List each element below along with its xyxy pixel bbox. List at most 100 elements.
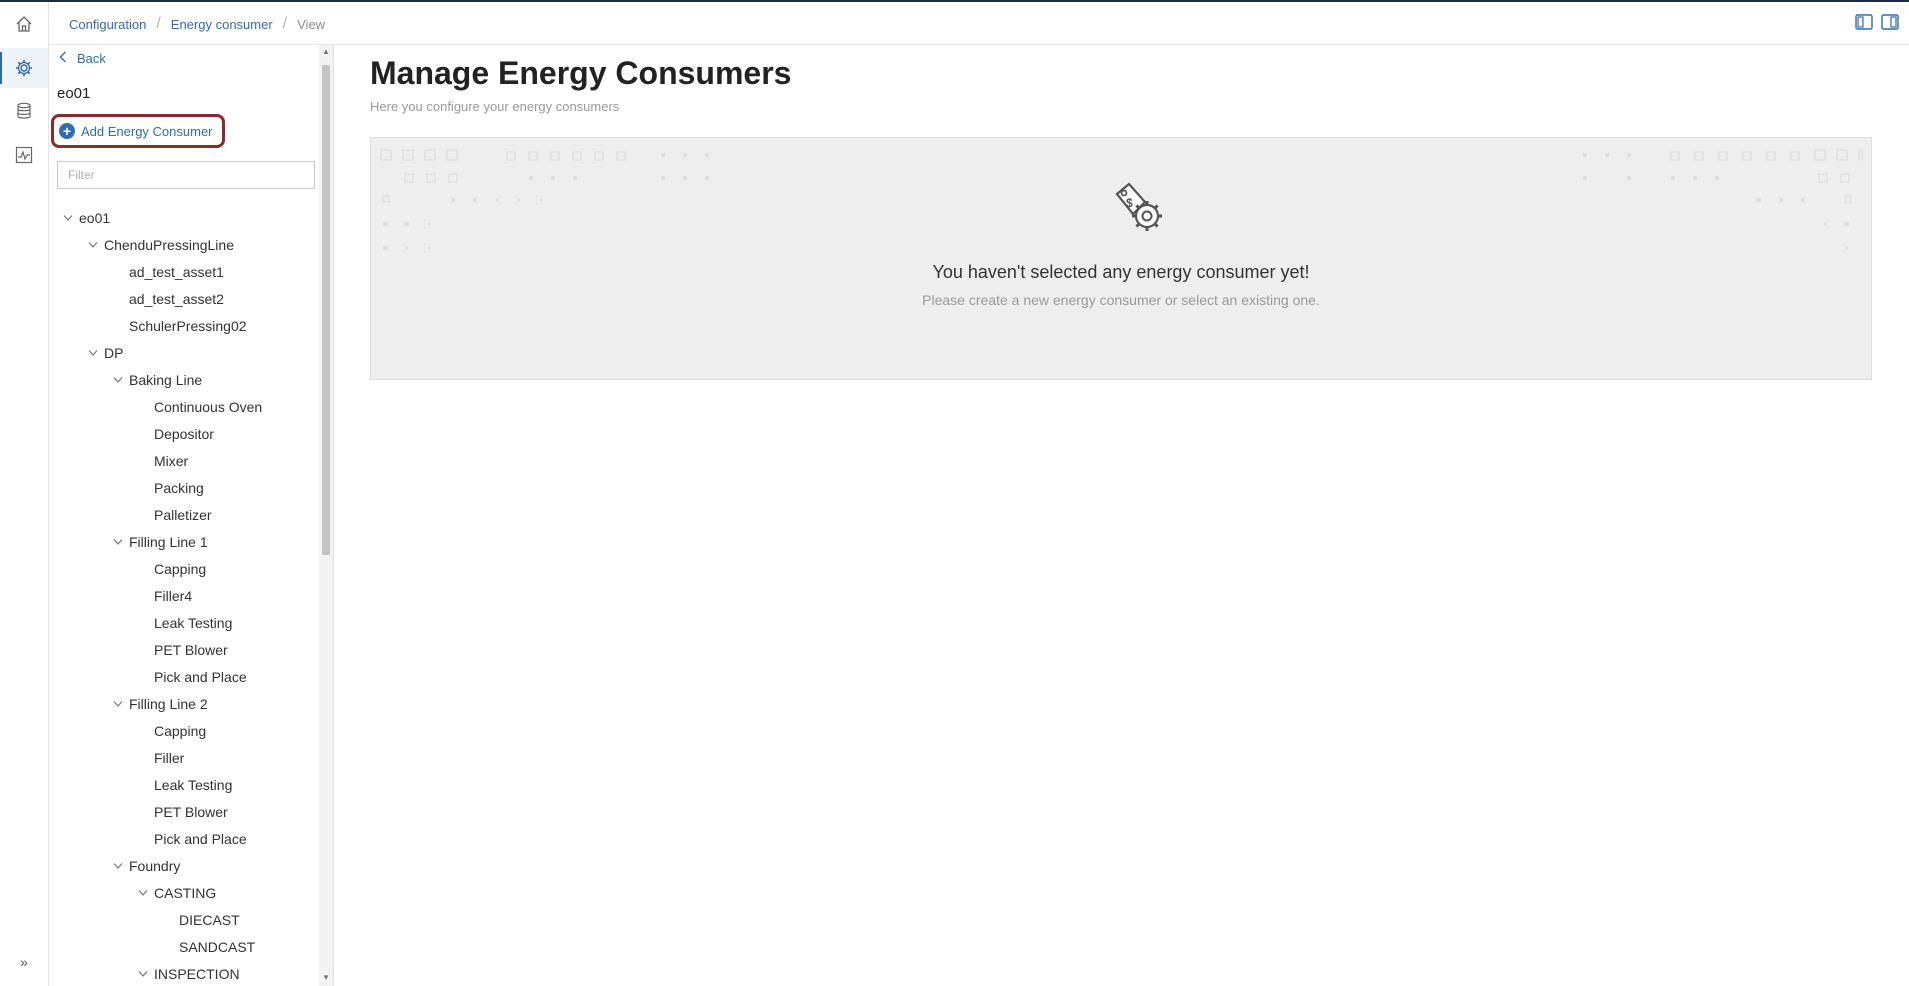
- tree-node[interactable]: DIECAST: [163, 909, 240, 931]
- left-icon-rail: »: [0, 2, 49, 986]
- tree-node[interactable]: Baking Line: [113, 369, 202, 391]
- tree-node-label: Depositor: [154, 426, 214, 442]
- tree-node[interactable]: Filler4: [138, 585, 192, 607]
- expand-rail-button[interactable]: »: [0, 954, 48, 970]
- tree-node[interactable]: CASTING: [138, 882, 216, 904]
- tree-node[interactable]: Capping: [138, 720, 206, 742]
- tree-node[interactable]: eo01: [63, 207, 110, 229]
- tree-node-label: Filler4: [154, 588, 193, 604]
- tree-node[interactable]: PET Blower: [138, 639, 228, 661]
- chevron-down-icon[interactable]: [88, 346, 102, 360]
- tree-node[interactable]: Foundry: [113, 855, 180, 877]
- monitor-chart-icon[interactable]: [0, 135, 48, 175]
- tree-node-label: DIECAST: [179, 912, 240, 928]
- tree-node-label: Pick and Place: [154, 669, 247, 685]
- page-title: Manage Energy Consumers: [370, 55, 792, 91]
- filter-input[interactable]: [57, 161, 315, 189]
- chevron-down-icon[interactable]: [63, 211, 77, 225]
- tree-node[interactable]: Leak Testing: [138, 774, 232, 796]
- breadcrumb-header: Configuration / Energy consumer / View: [49, 2, 1909, 45]
- chevron-down-icon[interactable]: [113, 859, 127, 873]
- back-label: Back: [77, 51, 106, 66]
- chevron-left-icon: [59, 51, 67, 66]
- tree-node-label: Filler: [154, 750, 185, 766]
- chevron-down-icon[interactable]: [113, 697, 127, 711]
- tree-node[interactable]: PET Blower: [138, 801, 228, 823]
- tree-node[interactable]: Filling Line 1: [113, 531, 208, 553]
- toggle-right-panel-icon[interactable]: [1881, 14, 1899, 35]
- tree-node[interactable]: Depositor: [138, 423, 214, 445]
- svg-text:$: $: [1126, 196, 1133, 210]
- gear-icon[interactable]: [0, 48, 48, 88]
- tree-node[interactable]: Pick and Place: [138, 666, 247, 688]
- tree-node[interactable]: INSPECTION: [138, 963, 240, 985]
- tree-node-label: PET Blower: [154, 642, 228, 658]
- empty-state-title: You haven't selected any energy consumer…: [932, 262, 1310, 282]
- tree-node[interactable]: DP: [88, 342, 123, 364]
- toggle-left-panel-icon[interactable]: [1855, 14, 1873, 35]
- tree-scrollbar[interactable]: ▲ ▼: [319, 45, 333, 986]
- tree-node-label: Filling Line 2: [129, 696, 208, 712]
- tree-node-label: SANDCAST: [179, 939, 256, 955]
- breadcrumb-energy-consumer[interactable]: Energy consumer: [171, 17, 273, 32]
- empty-state-panel: $ You haven't selected any energy consum…: [370, 137, 1872, 380]
- breadcrumb-separator: /: [156, 15, 161, 32]
- layout-toggle-group: [1855, 14, 1899, 35]
- tree-node-label: Leak Testing: [154, 615, 233, 631]
- tree-node-label: Capping: [154, 723, 207, 739]
- tree-node[interactable]: ad_test_asset2: [113, 288, 224, 310]
- main-content: Manage Energy Consumers Here you configu…: [334, 45, 1909, 986]
- panel-title: eo01: [57, 85, 91, 102]
- tree-node-label: Filling Line 1: [129, 534, 208, 550]
- database-icon[interactable]: [0, 91, 48, 131]
- chevron-down-icon[interactable]: [138, 886, 152, 900]
- tree-node-label: DP: [104, 345, 124, 361]
- tree-node-label: ChenduPressingLine: [104, 237, 234, 253]
- tree-node[interactable]: Leak Testing: [138, 612, 232, 634]
- tree-node[interactable]: SANDCAST: [163, 936, 255, 958]
- tree-node[interactable]: SchulerPressing02: [113, 315, 247, 337]
- tree-node-label: eo01: [79, 210, 111, 226]
- tree-node-label: Packing: [154, 480, 204, 496]
- tree-node[interactable]: ChenduPressingLine: [88, 234, 234, 256]
- chevron-down-icon[interactable]: [113, 535, 127, 549]
- tree-node-label: Pick and Place: [154, 831, 247, 847]
- gear-dollar-tag-icon: $: [1111, 180, 1167, 241]
- scroll-up-icon[interactable]: ▲: [321, 47, 331, 57]
- chevron-down-icon[interactable]: [138, 967, 152, 981]
- breadcrumb-separator: /: [282, 15, 288, 32]
- chevron-down-icon[interactable]: [113, 373, 127, 387]
- home-icon[interactable]: [0, 4, 48, 44]
- tree-node[interactable]: Pick and Place: [138, 828, 247, 850]
- tree-node-label: ad_test_asset2: [129, 291, 224, 307]
- tree-node[interactable]: Palletizer: [138, 504, 212, 526]
- back-button[interactable]: Back: [59, 51, 106, 66]
- tree-node-label: Palletizer: [154, 507, 212, 523]
- tree-node-label: ad_test_asset1: [129, 264, 224, 280]
- tree-node-label: Continuous Oven: [154, 399, 263, 415]
- tree-node[interactable]: Packing: [138, 477, 204, 499]
- tree-node-label: CASTING: [154, 885, 217, 901]
- tree-node[interactable]: ad_test_asset1: [113, 261, 224, 283]
- tree-node[interactable]: Capping: [138, 558, 206, 580]
- tree-node[interactable]: Mixer: [138, 450, 188, 472]
- scrollbar-thumb[interactable]: [322, 65, 330, 555]
- breadcrumb-current: View: [297, 16, 326, 32]
- add-energy-consumer-button[interactable]: + Add Energy Consumer: [51, 114, 225, 148]
- tree-node-label: SchulerPressing02: [129, 318, 247, 334]
- tree-node-label: Capping: [154, 561, 207, 577]
- tree-panel: Back eo01 + Add Energy Consumer eo01 Chen…: [49, 45, 334, 986]
- tree-node[interactable]: Filling Line 2: [113, 693, 208, 715]
- plus-circle-icon: +: [59, 123, 75, 139]
- tree-node[interactable]: Filler: [138, 747, 184, 769]
- chevron-down-icon[interactable]: [88, 238, 102, 252]
- tree-node-label: Mixer: [154, 453, 189, 469]
- tree-node-label: Foundry: [129, 858, 181, 874]
- breadcrumb-configuration[interactable]: Configuration: [69, 17, 146, 32]
- breadcrumb: Configuration / Energy consumer / View: [69, 15, 325, 33]
- scroll-down-icon[interactable]: ▼: [321, 973, 331, 983]
- tree-node[interactable]: Continuous Oven: [138, 396, 262, 418]
- tree-node-label: PET Blower: [154, 804, 228, 820]
- tree-node-label: Leak Testing: [154, 777, 233, 793]
- empty-state-subtitle: Please create a new energy consumer or s…: [922, 292, 1320, 308]
